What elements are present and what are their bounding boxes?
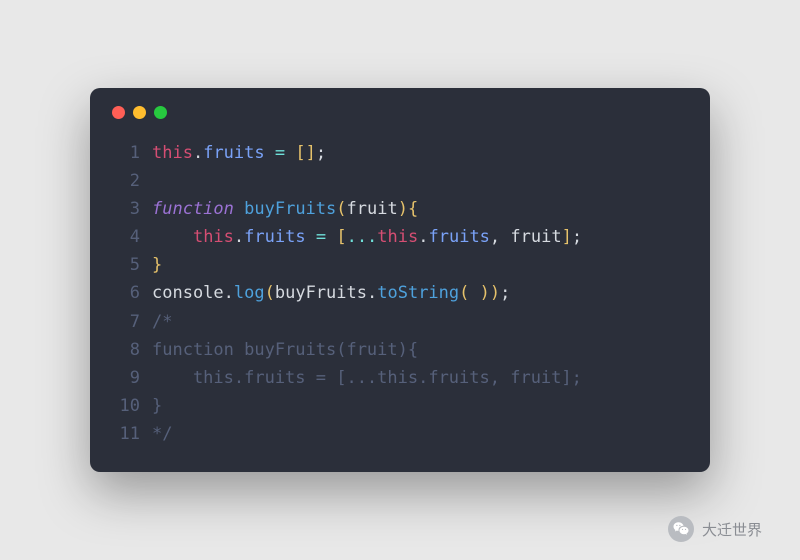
line-content: */: [152, 420, 172, 448]
line-number: 7: [112, 308, 140, 336]
code-line: 1 this.fruits = [];: [112, 139, 688, 167]
watermark: 大迁世界: [668, 516, 762, 542]
code-line: 8 function buyFruits(fruit){: [112, 336, 688, 364]
zoom-icon[interactable]: [154, 106, 167, 119]
line-content: this.fruits = [...this.fruits, fruit];: [152, 223, 582, 251]
line-number: 3: [112, 195, 140, 223]
line-number: 6: [112, 279, 140, 307]
line-number: 10: [112, 392, 140, 420]
line-content: this.fruits = [];: [152, 139, 326, 167]
code-line: 6 console.log(buyFruits.toString( ));: [112, 279, 688, 307]
line-number: 1: [112, 139, 140, 167]
code-window: 1 this.fruits = []; 23 function buyFruits(f…: [90, 88, 710, 472]
code-line: 11 */: [112, 420, 688, 448]
code-line: 10}: [112, 392, 688, 420]
wechat-icon: [668, 516, 694, 542]
window-titlebar: [112, 106, 688, 119]
line-number: 4: [112, 223, 140, 251]
line-content: }: [152, 392, 162, 420]
line-number: 5: [112, 251, 140, 279]
line-content: }: [152, 251, 162, 279]
close-icon[interactable]: [112, 106, 125, 119]
minimize-icon[interactable]: [133, 106, 146, 119]
code-line: 9 this.fruits = [...this.fruits, fruit];: [112, 364, 688, 392]
line-content: this.fruits = [...this.fruits, fruit];: [152, 364, 582, 392]
code-block: 1 this.fruits = []; 23 function buyFruits(f…: [112, 139, 688, 448]
line-number: 11: [112, 420, 140, 448]
code-line: 3 function buyFruits(fruit){: [112, 195, 688, 223]
line-number: 9: [112, 364, 140, 392]
code-line: 2: [112, 167, 688, 195]
watermark-text: 大迁世界: [702, 519, 762, 540]
line-content: console.log(buyFruits.toString( ));: [152, 279, 510, 307]
code-line: 5}: [112, 251, 688, 279]
line-number: 8: [112, 336, 140, 364]
code-line: 4 this.fruits = [...this.fruits, fruit];: [112, 223, 688, 251]
line-content: function buyFruits(fruit){: [152, 195, 418, 223]
line-content: /*: [152, 308, 172, 336]
code-line: 7 /*: [112, 308, 688, 336]
line-content: function buyFruits(fruit){: [152, 336, 418, 364]
line-number: 2: [112, 167, 140, 195]
